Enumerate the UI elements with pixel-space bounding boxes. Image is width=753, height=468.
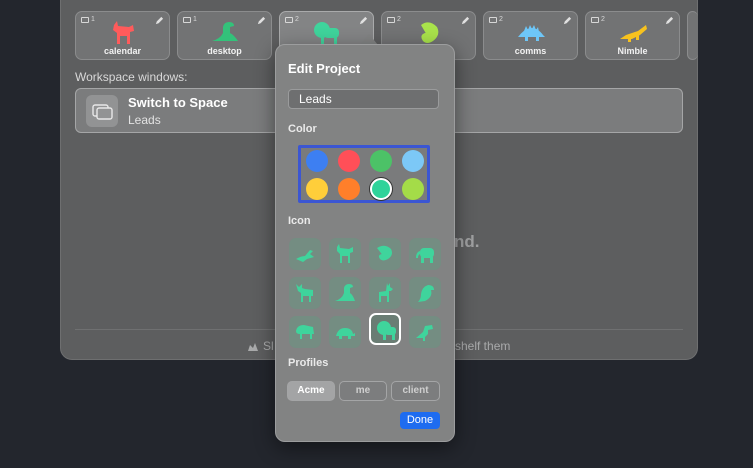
crocodile-icon: [619, 25, 647, 42]
display-count-badge: 2: [591, 16, 605, 23]
display-count-badge: 1: [183, 16, 197, 23]
parrot-icon: [418, 285, 434, 302]
space-label: desktop: [207, 46, 242, 56]
shelf-icon: [248, 342, 258, 351]
bird-icon: [296, 250, 314, 262]
profile-me-button[interactable]: me: [339, 381, 387, 401]
workspace-windows-heading: Workspace windows:: [75, 70, 188, 84]
elephant-icon: [416, 248, 434, 263]
display-count: 1: [91, 16, 95, 23]
windows-icon: [86, 95, 118, 127]
color-swatch-yellow[interactable]: [306, 178, 328, 200]
empty-state-message: nd.: [454, 232, 480, 251]
profile-client-button[interactable]: client: [391, 381, 440, 401]
bison-icon: [296, 325, 314, 339]
turtle-icon: [336, 328, 355, 339]
display-count: 1: [193, 16, 197, 23]
space-tile-calendar[interactable]: 1 calendar: [75, 11, 170, 60]
chameleon-icon: [377, 245, 392, 261]
footer-hint-left: Sl: [247, 339, 274, 353]
profiles-label: Profiles: [288, 357, 329, 369]
icon-option-bison[interactable]: [289, 316, 321, 348]
icon-option-parrot[interactable]: [409, 277, 441, 309]
display-count: 2: [295, 16, 299, 23]
color-swatch-teal[interactable]: [370, 178, 392, 200]
space-tile-overflow[interactable]: [687, 11, 698, 60]
project-name-field[interactable]: Leads: [288, 89, 439, 109]
lion-icon: [313, 22, 339, 45]
space-label: calendar: [103, 46, 142, 56]
display-count-badge: 2: [285, 16, 299, 23]
trex-icon: [416, 325, 433, 341]
goat-icon: [112, 21, 134, 44]
icon-option-moose[interactable]: [289, 277, 321, 309]
goat-icon: [337, 244, 353, 263]
monitor-icon: [285, 16, 293, 23]
pencil-icon[interactable]: [665, 16, 674, 25]
icon-option-bird[interactable]: [289, 238, 321, 270]
pencil-icon[interactable]: [359, 16, 368, 25]
color-swatch-blue[interactable]: [306, 150, 328, 172]
space-label: Nimble: [617, 46, 648, 56]
space-tile-desktop[interactable]: 1 desktop: [177, 11, 272, 60]
display-count-badge: 2: [489, 16, 503, 23]
stegosaurus-icon: [517, 25, 545, 41]
space-tile-comms[interactable]: 2 comms: [483, 11, 578, 60]
icon-label: Icon: [288, 215, 311, 227]
moose-icon: [296, 284, 313, 302]
lion-icon: [377, 321, 396, 340]
footer-hint-right: shelf them: [455, 339, 511, 353]
footer-left-text: Sl: [263, 339, 274, 353]
icon-option-lion[interactable]: [369, 313, 401, 345]
pencil-icon[interactable]: [563, 16, 572, 25]
color-swatch-green[interactable]: [370, 150, 392, 172]
display-count: 2: [601, 16, 605, 23]
row-title: Switch to Space: [128, 95, 228, 110]
display-count-badge: 2: [387, 16, 401, 23]
icon-option-dino[interactable]: [329, 277, 361, 309]
display-count: 2: [499, 16, 503, 23]
icon-option-turtle[interactable]: [329, 316, 361, 348]
deer-icon: [379, 283, 393, 302]
icon-option-deer[interactable]: [369, 277, 401, 309]
pencil-icon[interactable]: [461, 16, 470, 25]
color-picker: [298, 145, 430, 203]
display-count: 2: [397, 16, 401, 23]
display-count-badge: 1: [81, 16, 95, 23]
popover-title: Edit Project: [288, 61, 361, 76]
space-label: comms: [514, 46, 547, 56]
monitor-icon: [387, 16, 395, 23]
color-label: Color: [288, 123, 317, 135]
pencil-icon[interactable]: [155, 16, 164, 25]
icon-option-chameleon[interactable]: [369, 238, 401, 270]
done-button[interactable]: Done: [400, 412, 440, 429]
monitor-icon: [81, 16, 89, 23]
icon-option-elephant[interactable]: [409, 238, 441, 270]
dino-icon: [211, 22, 238, 41]
space-tile-nimble[interactable]: 2 Nimble: [585, 11, 680, 60]
color-swatch-red[interactable]: [338, 150, 360, 172]
color-swatch-orange[interactable]: [338, 178, 360, 200]
profile-acme-button[interactable]: Acme: [287, 381, 335, 401]
row-subtitle: Leads: [128, 113, 161, 127]
color-swatch-light-blue[interactable]: [402, 150, 424, 172]
icon-option-goat[interactable]: [329, 238, 361, 270]
color-swatch-lime[interactable]: [402, 178, 424, 200]
monitor-icon: [183, 16, 191, 23]
monitor-icon: [591, 16, 599, 23]
edit-project-popover: Edit Project Leads Color Icon Profiles A…: [275, 44, 455, 442]
icon-option-trex[interactable]: [409, 316, 441, 348]
pencil-icon[interactable]: [257, 16, 266, 25]
monitor-icon: [489, 16, 497, 23]
dino-icon: [335, 284, 355, 301]
